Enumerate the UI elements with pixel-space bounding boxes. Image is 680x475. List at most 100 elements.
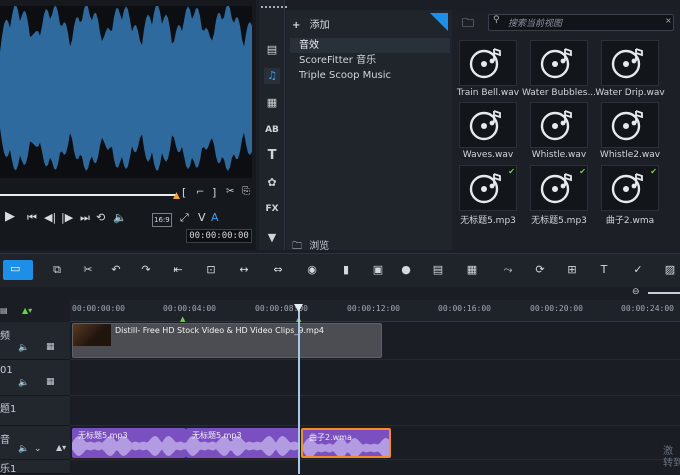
mark-out-icon[interactable]: ]	[212, 186, 216, 199]
lane-title[interactable]	[70, 396, 680, 426]
home-icon[interactable]: ⏮	[27, 212, 37, 224]
fx-icon[interactable]: FX	[264, 201, 280, 217]
audio-thumbnail[interactable]: Whistle.wav	[527, 102, 589, 162]
instant-project-icon[interactable]: ▦	[264, 95, 280, 111]
repeat-icon[interactable]: ⟲	[96, 212, 105, 224]
3d-title-icon[interactable]: T	[596, 262, 612, 278]
audio-thumbnail[interactable]: Waves.wav	[456, 102, 518, 162]
trim-icon[interactable]: ⇤	[170, 262, 186, 278]
category-item-scorefitter[interactable]: ScoreFitter 音乐	[290, 53, 450, 68]
music-disc-icon	[469, 110, 501, 141]
tools-icon[interactable]: ✂	[80, 262, 96, 278]
play-icon[interactable]: ▶	[5, 210, 15, 223]
color-icon[interactable]: ◉	[304, 262, 320, 278]
fit-icon[interactable]: ⊡	[203, 262, 219, 278]
multicam-icon[interactable]: ▣	[370, 262, 386, 278]
category-item-sound-effects[interactable]: 音效	[290, 38, 450, 53]
scissors-icon[interactable]: ✂	[226, 186, 234, 197]
redo-icon[interactable]: ↷	[138, 262, 154, 278]
thumbnail-frame	[459, 40, 517, 86]
category-item-triple-scoop[interactable]: Triple Scoop Music	[290, 68, 450, 83]
music-disc-icon	[611, 110, 643, 141]
check-icon[interactable]: ✓	[630, 262, 646, 278]
audio-mark[interactable]: A	[211, 212, 219, 224]
record-capture-icon[interactable]: ⧉	[49, 262, 65, 278]
graphics-icon[interactable]: ✿	[264, 175, 280, 191]
add-label: 添加	[309, 20, 330, 31]
chapter-marker-icon[interactable]: ▲▾	[56, 443, 66, 452]
clear-search-icon[interactable]: ×	[665, 16, 672, 25]
video-mark[interactable]: V	[198, 212, 206, 224]
mask-icon[interactable]: ⟳	[532, 262, 548, 278]
track-header-video: 频 🔈 ▦	[0, 322, 70, 360]
audio-thumbnail[interactable]: Whistle2.wav	[598, 102, 660, 162]
thumbnail-frame	[601, 40, 659, 86]
audio-icon[interactable]: ♫	[264, 68, 280, 84]
audio-mix-icon[interactable]: ▮	[338, 262, 354, 278]
mute-icon[interactable]: 🔈	[18, 343, 29, 353]
run-icon[interactable]: ⤳	[500, 262, 516, 278]
search-icon: ⚲	[493, 15, 500, 25]
media-icon[interactable]: ▤	[264, 42, 280, 58]
mute-icon[interactable]: 🔈	[18, 378, 29, 388]
expand-icon[interactable]: ⇔	[270, 262, 286, 278]
end-icon[interactable]: ⏭	[80, 212, 90, 224]
audio-thumbnail[interactable]: ✔ 无标题5.mp3	[456, 165, 518, 226]
track-name: 乐1	[0, 464, 17, 475]
subtitle-icon[interactable]: ▤	[430, 262, 446, 278]
crop-icon[interactable]: ⊞	[564, 262, 580, 278]
scrub-bar[interactable]: [ ] ⌐ ✂ ⎘	[0, 186, 256, 202]
split-icon[interactable]: ⌐	[196, 187, 204, 198]
audio-clip[interactable]: 无标题5.mp3	[186, 428, 300, 458]
audio-thumbnail[interactable]: Train Bell.wav	[456, 40, 519, 100]
video-clip-label: Distill- Free HD Stock Video & HD Video …	[115, 326, 324, 335]
folder-view-icon[interactable]: 🗀	[462, 14, 474, 35]
track-header-voice: 音 🔈 ⌄ ▲▾	[0, 426, 70, 460]
prev-frame-icon[interactable]: ◀|	[44, 212, 56, 224]
playhead[interactable]	[298, 304, 300, 474]
grid-view-icon[interactable]: ▦	[464, 262, 480, 278]
audio-waveform	[0, 6, 252, 178]
audio-thumbnail[interactable]: ✔ 曲子2.wma	[598, 165, 660, 226]
zoom-out-icon[interactable]: ⊖	[632, 287, 640, 297]
add-button[interactable]: + 添加	[292, 16, 330, 31]
chapter-icon[interactable]: ▲▾	[22, 306, 32, 315]
image-icon[interactable]: ▨	[662, 262, 678, 278]
timeline-view-icon: ▭	[10, 262, 21, 275]
volume-icon[interactable]: 🔈	[113, 212, 127, 224]
audio-clip[interactable]: 无标题5.mp3	[72, 428, 186, 458]
mark-in-icon[interactable]: [	[182, 186, 186, 199]
title-icon[interactable]: T	[264, 148, 280, 164]
grid-icon[interactable]: ▦	[46, 342, 55, 352]
ruler-label: 00:00:00:00	[72, 304, 125, 313]
track-name: 频	[0, 331, 10, 342]
drag-handle[interactable]	[261, 6, 287, 8]
expand-down-icon[interactable]: ▼	[264, 230, 280, 246]
ruler-label: 00:00:24:00	[621, 304, 674, 313]
next-frame-icon[interactable]: |▶	[61, 212, 73, 224]
audio-clip-selected[interactable]: 曲子2.wma	[301, 428, 391, 458]
audio-thumbnail[interactable]: Water Bubbles...	[522, 40, 596, 100]
video-clip[interactable]: Distill- Free HD Stock Video & HD Video …	[72, 323, 382, 358]
copy-icon[interactable]: ⎘	[242, 186, 250, 197]
quality-dropdown[interactable]: 16:9	[152, 213, 172, 227]
audio-thumbnail[interactable]: ✔ 无标题5.mp3	[527, 165, 589, 226]
grid-icon[interactable]: ▦	[46, 377, 55, 387]
split-screen-icon[interactable]: ↔	[236, 262, 252, 278]
browse-label: 浏览	[309, 241, 330, 252]
audio-clip-label: 无标题5.mp3	[78, 431, 128, 440]
mute-icon[interactable]: 🔈	[18, 444, 29, 454]
transition-icon[interactable]: AB	[264, 122, 280, 138]
audio-thumbnail[interactable]: Water Drip.wav	[595, 40, 665, 100]
undo-icon[interactable]: ↶	[108, 262, 124, 278]
motion-icon[interactable]: ●	[398, 262, 414, 278]
thumbnail-label: 无标题5.mp3	[531, 216, 587, 226]
enlarge-icon[interactable]: ⤢	[180, 212, 189, 224]
search-placeholder: 搜索当前视图	[508, 19, 563, 29]
timecode-display[interactable]: 00:00:00:00	[186, 229, 252, 243]
lane-overlay[interactable]	[70, 360, 680, 396]
zoom-slider[interactable]	[648, 292, 680, 294]
track-manager-icon[interactable]: ▤	[0, 306, 12, 316]
chevron-down-icon[interactable]: ⌄	[34, 444, 42, 454]
thumbnail-frame: ✔	[459, 165, 517, 211]
